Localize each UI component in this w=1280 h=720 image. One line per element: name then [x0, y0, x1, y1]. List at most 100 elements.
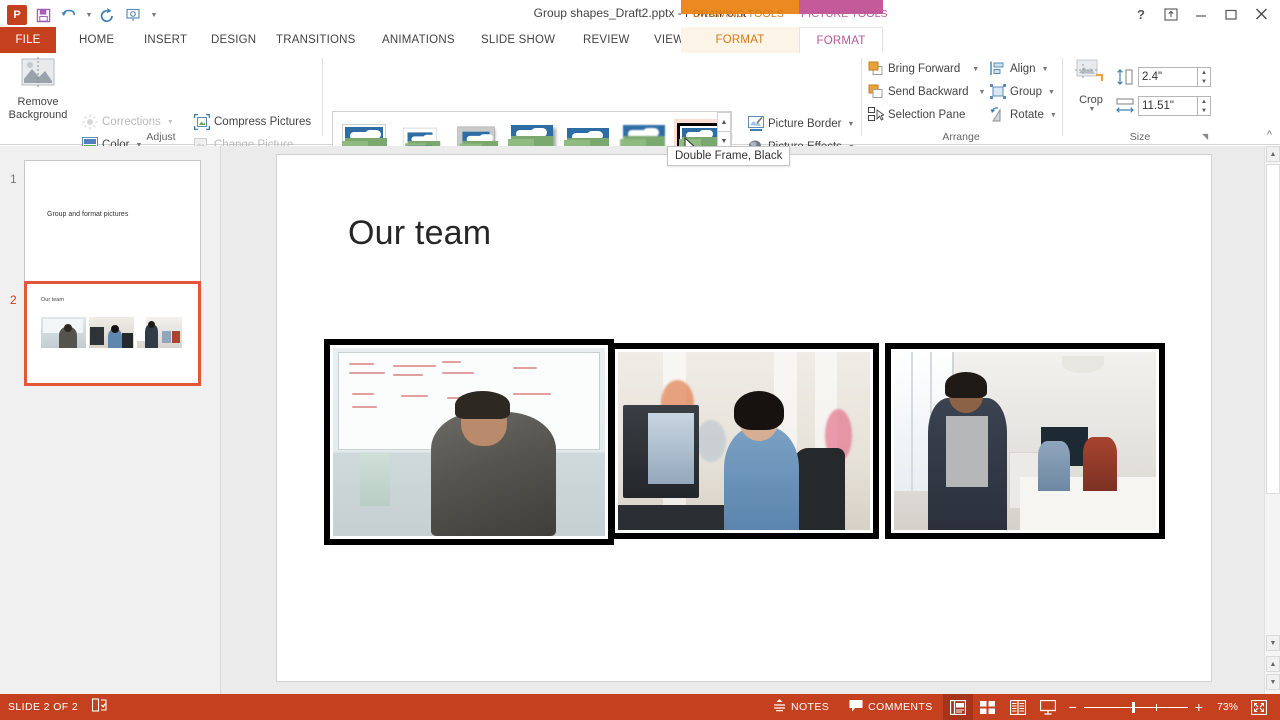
picture-border-button[interactable]: Picture Border ▼ — [748, 113, 854, 135]
start-presentation-icon[interactable] — [120, 5, 146, 25]
zoom-out-button[interactable]: − — [1069, 699, 1084, 715]
width-spin-up-icon[interactable]: ▲ — [1198, 97, 1210, 106]
tab-transitions[interactable]: TRANSITIONS — [265, 27, 367, 53]
slide-editing-area[interactable]: Our team — [221, 146, 1264, 694]
ribbon-display-options-icon[interactable] — [1156, 4, 1186, 24]
tab-review[interactable]: REVIEW — [572, 27, 641, 53]
minimize-icon[interactable] — [1186, 4, 1216, 24]
slide-title-textbox[interactable]: Our team — [348, 214, 491, 253]
slide-thumbnail-2[interactable]: Our team — [24, 281, 201, 386]
send-backward-dropdown-icon[interactable]: ▼ — [979, 89, 986, 96]
zoom-handle[interactable] — [1131, 701, 1135, 713]
window-controls: ? — [1126, 4, 1276, 24]
rotate-label: Rotate — [1010, 109, 1044, 121]
zoom-track[interactable] — [1083, 701, 1188, 713]
picture-tools-label: PICTURE TOOLS — [801, 8, 888, 20]
group-label: Group — [1010, 86, 1042, 98]
picture-woman-computer[interactable] — [609, 343, 879, 539]
crop-dropdown-icon[interactable]: ▼ — [1072, 106, 1112, 113]
previous-slide-icon[interactable]: ▲ — [1266, 656, 1280, 672]
save-icon[interactable] — [30, 5, 56, 25]
height-spin-down-icon[interactable]: ▼ — [1198, 77, 1210, 86]
ribbon-group-arrange: Bring Forward ▼ Send Backward ▼ Selectio… — [862, 53, 1060, 145]
status-bar: SLIDE 2 OF 2 NOTES COMMENTS − + 73% — [0, 694, 1280, 720]
selection-pane-button[interactable]: Selection Pane — [868, 104, 965, 126]
height-spin-up-icon[interactable]: ▲ — [1198, 68, 1210, 77]
zoom-slider[interactable]: − + — [1063, 699, 1209, 715]
compress-pictures-button[interactable]: Compress Pictures — [194, 111, 311, 133]
remove-background-button[interactable]: Remove Background — [6, 57, 70, 122]
compress-pictures-icon — [194, 114, 210, 130]
size-dialog-launcher[interactable]: ◥ — [1202, 132, 1212, 142]
redo-icon[interactable] — [94, 5, 120, 25]
send-backward-button[interactable]: Send Backward ▼ — [868, 81, 985, 103]
view-reading-button[interactable] — [1003, 694, 1033, 720]
align-dropdown-icon[interactable]: ▼ — [1042, 66, 1049, 73]
group-dropdown-icon[interactable]: ▼ — [1048, 89, 1055, 96]
fit-slide-to-window-button[interactable] — [1246, 694, 1276, 720]
tab-insert[interactable]: INSERT — [133, 27, 198, 53]
status-right: NOTES COMMENTS − + 73% — [763, 694, 1276, 720]
slide-thumbnail-1[interactable]: Group and format pictures — [24, 160, 201, 282]
document-title: Group shapes_Draft2.pptx - PowerPoint — [533, 6, 747, 20]
slide-thumbnail-panel[interactable]: 1 Group and format pictures 2 Our team — [0, 146, 221, 694]
collapse-ribbon-button[interactable]: ^ — [1267, 129, 1272, 141]
slide-2-title-text: Our team — [41, 297, 64, 303]
title-bar: Group shapes_Draft2.pptx - PowerPoint P … — [0, 0, 1280, 27]
crop-icon — [1074, 59, 1108, 94]
next-slide-icon[interactable]: ▼ — [1266, 674, 1280, 690]
customize-qat-icon[interactable]: ▼ — [146, 5, 160, 25]
selection-pane-label: Selection Pane — [888, 109, 966, 121]
shape-width-input[interactable]: 11.51" — [1138, 96, 1198, 116]
align-button[interactable]: Align ▼ — [990, 58, 1049, 80]
slide-canvas[interactable]: Our team — [277, 155, 1211, 681]
view-slide-sorter-button[interactable] — [973, 694, 1003, 720]
picture-group[interactable] — [324, 339, 1165, 545]
vertical-scrollbar[interactable]: ▲ ▼ ▲ ▼ — [1264, 146, 1280, 694]
rotate-dropdown-icon[interactable]: ▼ — [1050, 112, 1057, 119]
tab-home[interactable]: HOME — [68, 27, 125, 53]
group-button[interactable]: Group ▼ — [990, 81, 1055, 103]
bring-forward-button[interactable]: Bring Forward ▼ — [868, 58, 979, 80]
view-normal-button[interactable] — [942, 694, 973, 720]
tab-animations[interactable]: ANIMATIONS — [371, 27, 466, 53]
zoom-percentage[interactable]: 73% — [1209, 701, 1246, 713]
notes-button[interactable]: NOTES — [763, 694, 839, 720]
corrections-label: Corrections — [102, 116, 161, 128]
tab-format-drawing-tools[interactable]: FORMAT — [681, 27, 799, 53]
scroll-up-icon[interactable]: ▲ — [1266, 146, 1280, 162]
rotate-icon — [990, 107, 1006, 123]
rotate-button[interactable]: Rotate ▼ — [990, 104, 1057, 126]
gallery-scroll-up-icon[interactable]: ▲ — [717, 112, 731, 133]
slide-number-2: 2 — [10, 293, 17, 307]
slide-indicator[interactable]: SLIDE 2 OF 2 — [8, 701, 78, 713]
scrollbar-thumb[interactable] — [1266, 164, 1280, 494]
bring-forward-dropdown-icon[interactable]: ▼ — [972, 66, 979, 73]
close-icon[interactable] — [1246, 4, 1276, 24]
width-spin-down-icon[interactable]: ▼ — [1198, 106, 1210, 115]
view-slide-show-button[interactable] — [1033, 694, 1063, 720]
shape-width-spinner[interactable]: ▲ ▼ — [1198, 96, 1211, 116]
zoom-in-button[interactable]: + — [1188, 699, 1203, 715]
tab-file[interactable]: FILE — [0, 27, 56, 53]
crop-button[interactable]: Crop ▼ — [1070, 59, 1112, 113]
ribbon: Remove Background Corrections ▼ Color ▼ … — [0, 53, 1280, 176]
picture-border-dropdown-icon[interactable]: ▼ — [848, 121, 855, 128]
style-tooltip: Double Frame, Black — [667, 146, 791, 166]
accessibility-icon[interactable] — [92, 697, 107, 717]
shape-height-spinner[interactable]: ▲ ▼ — [1198, 67, 1211, 87]
tab-slide-show[interactable]: SLIDE SHOW — [470, 27, 566, 53]
shape-height-input[interactable]: 2.4" — [1138, 67, 1198, 87]
comments-button[interactable]: COMMENTS — [839, 694, 942, 720]
undo-icon[interactable] — [56, 5, 82, 25]
corrections-dropdown-icon[interactable]: ▼ — [167, 119, 174, 126]
scroll-down-icon[interactable]: ▼ — [1266, 635, 1280, 651]
picture-man-whiteboard[interactable] — [324, 339, 614, 545]
picture-man-office[interactable] — [885, 343, 1165, 539]
maximize-icon[interactable] — [1216, 4, 1246, 24]
undo-dropdown-icon[interactable]: ▼ — [82, 5, 94, 25]
corrections-button[interactable]: Corrections ▼ — [82, 111, 174, 133]
tab-design[interactable]: DESIGN — [200, 27, 267, 53]
help-icon[interactable]: ? — [1126, 4, 1156, 24]
tab-format-picture-tools[interactable]: FORMAT — [799, 27, 883, 53]
